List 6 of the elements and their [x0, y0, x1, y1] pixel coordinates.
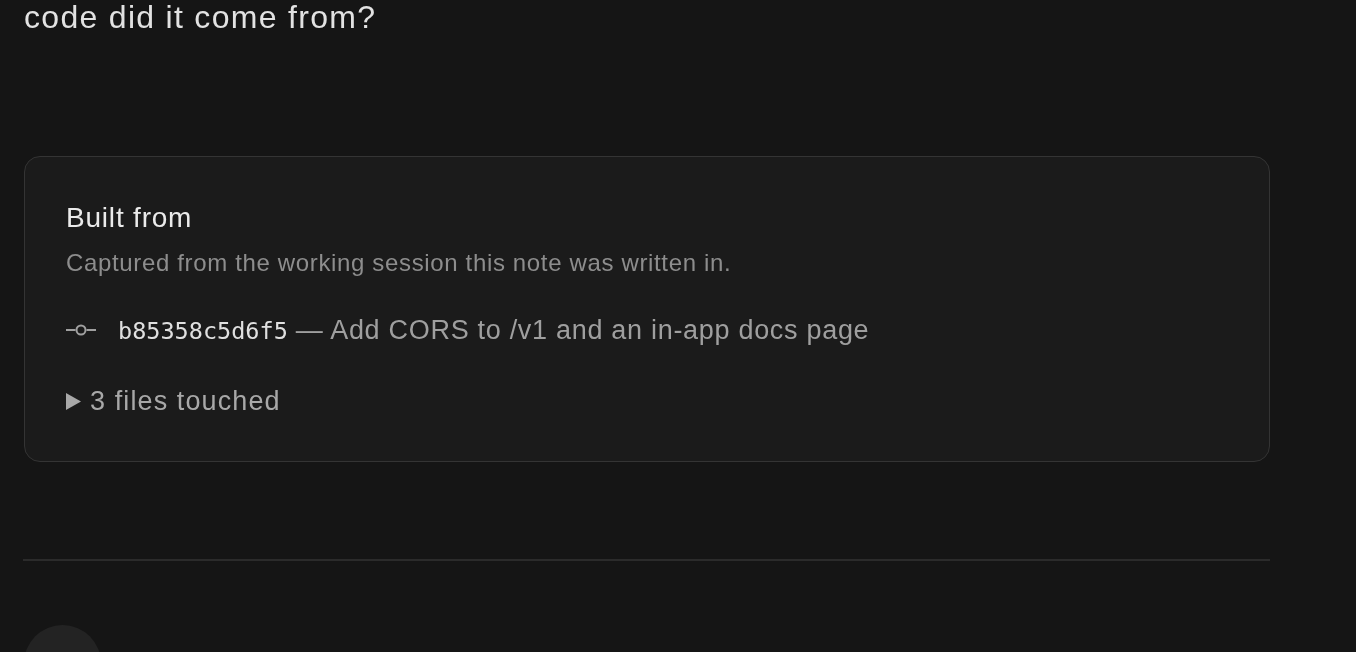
card-title: Built from	[66, 202, 193, 234]
commit-summary: b85358c5d6f5 — Add CORS to /v1 and an in-app docs page	[118, 313, 870, 347]
card-subtitle: Captured from the working session this note was written in.	[66, 249, 732, 277]
section-heading: code did it come from?	[24, 0, 377, 34]
files-toggle[interactable]: 3 files touched	[66, 384, 281, 418]
commit-icon	[66, 324, 96, 336]
